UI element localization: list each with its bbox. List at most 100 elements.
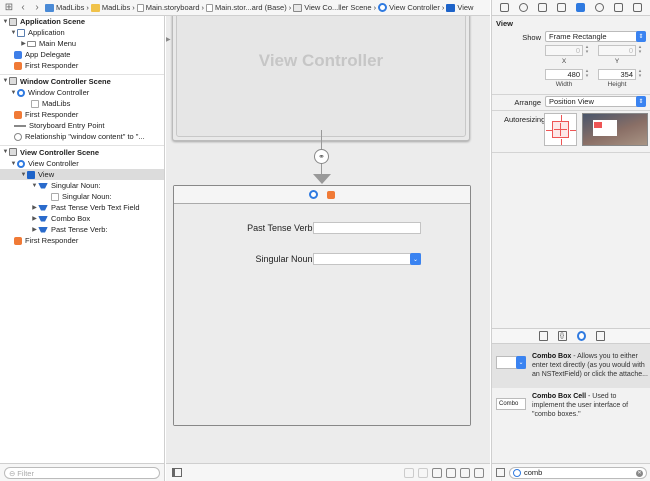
autoresizing-mask-control[interactable] — [544, 113, 577, 146]
file-template-icon[interactable] — [538, 331, 548, 341]
back-icon[interactable]: ‹ — [17, 2, 29, 14]
disclosure-triangle-icon[interactable]: ▼ — [2, 149, 9, 155]
outline-relationship-segue[interactable]: Relationship "window content" to "... — [0, 131, 164, 142]
right-strut[interactable] — [570, 130, 576, 131]
breadcrumb-view-controller[interactable]: View Controller — [378, 3, 440, 12]
size-inspector-icon[interactable] — [576, 3, 585, 12]
resizing-behavior-icon[interactable] — [474, 467, 484, 478]
bindings-inspector-icon[interactable] — [614, 3, 623, 12]
effects-inspector-icon[interactable] — [633, 3, 642, 12]
align-icon[interactable] — [432, 467, 442, 478]
library-item-combo-box-cell[interactable]: Combo Combo Box Cell - Used to implement… — [492, 388, 650, 428]
disclosure-triangle-icon[interactable]: ▼ — [20, 172, 27, 178]
chevron-down-icon[interactable]: ⌄ — [410, 253, 421, 265]
file-inspector-icon[interactable] — [500, 3, 509, 12]
singular-noun-combo-box[interactable]: ⌄ — [313, 253, 421, 265]
breadcrumb-view[interactable]: View — [446, 3, 473, 12]
scene-icon — [9, 77, 17, 85]
y-stepper[interactable]: ▴ ▾ — [637, 45, 643, 56]
height-field[interactable]: 354 — [598, 69, 636, 80]
disclosure-triangle-icon[interactable]: ▼ — [10, 161, 17, 167]
outline-first-responder-app[interactable]: First Responder — [0, 60, 164, 71]
disclosure-triangle-icon[interactable]: ▶ — [31, 204, 38, 211]
disclosure-triangle-icon[interactable]: ▼ — [10, 30, 17, 36]
entry-point-arrow-icon — [14, 124, 26, 127]
view-controller-icon[interactable] — [309, 190, 318, 199]
attributes-inspector-icon[interactable] — [557, 3, 566, 12]
outline-main-menu[interactable]: ▶ Main Menu — [0, 38, 164, 49]
identity-inspector-icon[interactable] — [538, 3, 547, 12]
bottom-strut[interactable] — [561, 139, 562, 145]
window-content-scene[interactable]: View Controller — [172, 16, 470, 141]
help-inspector-icon[interactable] — [519, 3, 528, 12]
outline-filter-field[interactable]: ⊖ Filter — [4, 467, 160, 479]
storyboard-canvas[interactable]: View Controller ▶ ⚭ Past Tense Verb: Sin… — [166, 16, 490, 463]
breadcrumb-storyboard-base[interactable]: Main.stor...ard (Base) — [206, 3, 287, 12]
code-snippet-icon[interactable]: {} — [557, 331, 567, 341]
past-tense-verb-text-field[interactable] — [313, 222, 421, 234]
text-field-icon — [38, 204, 48, 211]
grid-view-icon[interactable] — [496, 468, 505, 477]
outline-combo-box[interactable]: ▶ Combo Box — [0, 213, 164, 224]
disclosure-triangle-icon[interactable]: ▼ — [31, 183, 38, 189]
width-stepper[interactable]: ▴ ▾ — [584, 69, 590, 80]
outline-madlibs-window[interactable]: MadLibs — [0, 98, 164, 109]
outline-past-tense-label[interactable]: ▶ Past Tense Verb: — [0, 224, 164, 235]
height-stepper[interactable]: ▴ ▾ — [637, 69, 643, 80]
disclosure-triangle-icon[interactable]: ▼ — [10, 90, 17, 96]
pin-icon[interactable] — [446, 467, 456, 478]
outline-view-controller[interactable]: ▼ View Controller — [0, 158, 164, 169]
y-field[interactable]: 0 — [598, 45, 636, 56]
breadcrumb-folder[interactable]: MadLibs — [90, 3, 130, 12]
outline-window-controller[interactable]: ▼ Window Controller — [0, 87, 164, 98]
breadcrumb-scene[interactable]: View Co...ller Scene — [293, 3, 372, 12]
disclosure-triangle-icon[interactable]: ▶ — [20, 40, 27, 47]
width-field[interactable]: 480 — [545, 69, 583, 80]
library-search-field[interactable]: comb ✕ — [509, 466, 647, 479]
stack-icon[interactable] — [418, 467, 428, 478]
outline-view-controller-scene[interactable]: ▼ View Controller Scene — [0, 145, 164, 158]
outline-first-responder-window[interactable]: First Responder — [0, 109, 164, 120]
outline-app-delegate[interactable]: App Delegate — [0, 49, 164, 60]
outline-application-scene[interactable]: ▼ Application Scene — [0, 16, 164, 27]
first-responder-icon[interactable] — [327, 190, 335, 199]
breadcrumb-storyboard[interactable]: Main.storyboard — [136, 3, 200, 12]
chevron-down-icon: ⌄ — [516, 356, 526, 369]
disclosure-triangle-icon[interactable]: ▶ — [31, 215, 38, 222]
outline-window-controller-scene[interactable]: ▼ Window Controller Scene — [0, 74, 164, 87]
outline-view[interactable]: ▼ View — [0, 169, 164, 180]
x-stepper[interactable]: ▴ ▾ — [584, 45, 590, 56]
segue-link-icon[interactable]: ⚭ — [314, 149, 329, 164]
x-field[interactable]: 0 — [545, 45, 583, 56]
update-frames-icon[interactable] — [404, 467, 414, 478]
scene-dock — [174, 186, 470, 204]
clear-icon[interactable]: ✕ — [636, 469, 643, 477]
show-popup[interactable]: Frame Rectangle ⇕ — [545, 31, 646, 42]
disclosure-triangle-icon[interactable]: ▶ — [31, 226, 38, 233]
outline-application[interactable]: ▼ Application — [0, 27, 164, 38]
media-library-icon[interactable] — [595, 331, 605, 341]
top-strut[interactable] — [561, 115, 562, 121]
view-canvas[interactable]: Past Tense Verb: Singular Noun: ⌄ — [174, 204, 470, 425]
object-library-icon[interactable] — [576, 331, 586, 341]
outline-singular-noun-cell[interactable]: Singular Noun: — [0, 191, 164, 202]
disclosure-triangle-icon[interactable]: ▼ — [2, 19, 9, 25]
library-item-combo-box[interactable]: ⌄ Combo Box - Allows you to either enter… — [492, 344, 650, 388]
outline-first-responder-vc[interactable]: First Responder — [0, 235, 164, 246]
outline-singular-noun-label[interactable]: ▼ Singular Noun: — [0, 180, 164, 191]
singular-noun-label[interactable]: Singular Noun: — [214, 254, 315, 264]
past-tense-verb-label[interactable]: Past Tense Verb: — [214, 223, 315, 233]
view-controller-scene[interactable]: Past Tense Verb: Singular Noun: ⌄ — [173, 185, 471, 426]
outline-entry-point[interactable]: Storyboard Entry Point — [0, 120, 164, 131]
forward-icon[interactable]: › — [31, 2, 43, 14]
related-items-icon[interactable]: ⊞ — [3, 2, 15, 14]
outline-past-tense-text-field[interactable]: ▶ Past Tense Verb Text Field — [0, 202, 164, 213]
breadcrumb-project[interactable]: MadLibs — [45, 3, 84, 12]
connections-inspector-icon[interactable] — [595, 3, 604, 12]
disclosure-triangle-icon[interactable]: ▼ — [2, 78, 9, 84]
toggle-outline-icon[interactable] — [172, 468, 182, 477]
canvas-bottom-bar — [166, 463, 490, 481]
left-strut[interactable] — [546, 130, 552, 131]
arrange-popup[interactable]: Position View ⇕ — [545, 96, 646, 107]
resolve-issues-icon[interactable] — [460, 467, 470, 478]
